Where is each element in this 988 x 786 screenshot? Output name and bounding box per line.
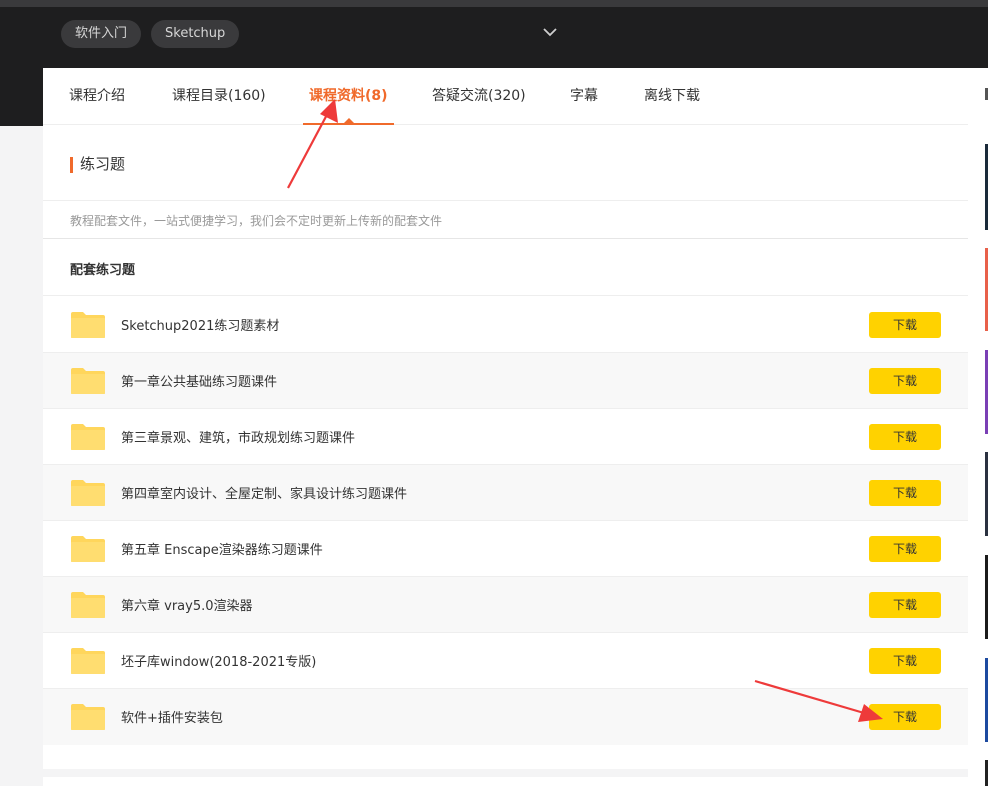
download-button[interactable]: 下载 — [869, 704, 941, 730]
file-row: Sketchup2021练习题素材 下载 — [43, 297, 968, 353]
file-name[interactable]: Sketchup2021练习题素材 — [121, 315, 279, 334]
tag-software-intro[interactable]: 软件入门 — [61, 20, 142, 48]
file-row: 第三章景观、建筑，市政规划练习题课件 下载 — [43, 409, 968, 465]
download-button[interactable]: 下载 — [869, 536, 941, 562]
section-accent-bar — [70, 157, 73, 173]
section-description: 教程配套文件，一站式便捷学习，我们会不定时更新上传新的配套文件 — [70, 214, 443, 228]
file-name[interactable]: 第六章 vray5.0渲染器 — [121, 595, 253, 614]
tab-subtitles[interactable]: 字幕 — [570, 68, 598, 125]
download-button[interactable]: 下载 — [869, 480, 941, 506]
file-name[interactable]: 第五章 Enscape渲染器练习题课件 — [121, 539, 323, 558]
section-header: 练习题 — [43, 125, 968, 201]
file-row: 第一章公共基础练习题课件 下载 — [43, 353, 968, 409]
right-rail — [968, 68, 988, 786]
file-row: 第五章 Enscape渲染器练习题课件 下载 — [43, 521, 968, 577]
download-button[interactable]: 下载 — [869, 312, 941, 338]
materials-subheading-row: 配套练习题 — [43, 240, 968, 296]
chevron-down-icon[interactable] — [541, 25, 559, 39]
download-button[interactable]: 下载 — [869, 648, 941, 674]
tab-course-materials[interactable]: 课程资料(8) — [309, 68, 388, 125]
tab-offline-download[interactable]: 离线下载 — [644, 68, 700, 125]
folder-icon — [71, 312, 105, 338]
folder-icon — [71, 704, 105, 730]
folder-icon — [71, 368, 105, 394]
file-row: 第四章室内设计、全屋定制、家具设计练习题课件 下载 — [43, 465, 968, 521]
section-description-row: 教程配套文件，一站式便捷学习，我们会不定时更新上传新的配套文件 — [43, 202, 968, 239]
section-title: 练习题 — [80, 155, 126, 173]
folder-icon — [71, 480, 105, 506]
folder-icon — [71, 424, 105, 450]
file-name[interactable]: 第四章室内设计、全屋定制、家具设计练习题课件 — [121, 483, 407, 502]
file-name[interactable]: 软件+插件安装包 — [121, 707, 223, 726]
file-row: 第六章 vray5.0渲染器 下载 — [43, 577, 968, 633]
course-panel: 课程介绍 课程目录(160) 课程资料(8) 答疑交流(320) 字幕 离线下载… — [43, 68, 968, 769]
next-panel — [43, 777, 968, 786]
tab-course-catalog[interactable]: 课程目录(160) — [172, 68, 266, 125]
file-row: 软件+插件安装包 下载 — [43, 689, 968, 745]
folder-icon — [71, 592, 105, 618]
top-strip — [0, 0, 988, 7]
file-name[interactable]: 坯子库window(2018-2021专版) — [121, 651, 316, 670]
materials-subheading: 配套练习题 — [70, 263, 136, 278]
file-name[interactable]: 第三章景观、建筑，市政规划练习题课件 — [121, 427, 355, 446]
tab-qa[interactable]: 答疑交流(320) — [432, 68, 526, 125]
download-button[interactable]: 下载 — [869, 368, 941, 394]
folder-icon — [71, 648, 105, 674]
file-name[interactable]: 第一章公共基础练习题课件 — [121, 371, 277, 390]
tab-course-intro[interactable]: 课程介绍 — [69, 68, 125, 125]
tag-sketchup[interactable]: Sketchup — [151, 20, 240, 48]
download-button[interactable]: 下载 — [869, 424, 941, 450]
file-row: 坯子库window(2018-2021专版) 下载 — [43, 633, 968, 689]
course-tabs: 课程介绍 课程目录(160) 课程资料(8) 答疑交流(320) 字幕 离线下载 — [43, 68, 968, 125]
folder-icon — [71, 536, 105, 562]
download-button[interactable]: 下载 — [869, 592, 941, 618]
